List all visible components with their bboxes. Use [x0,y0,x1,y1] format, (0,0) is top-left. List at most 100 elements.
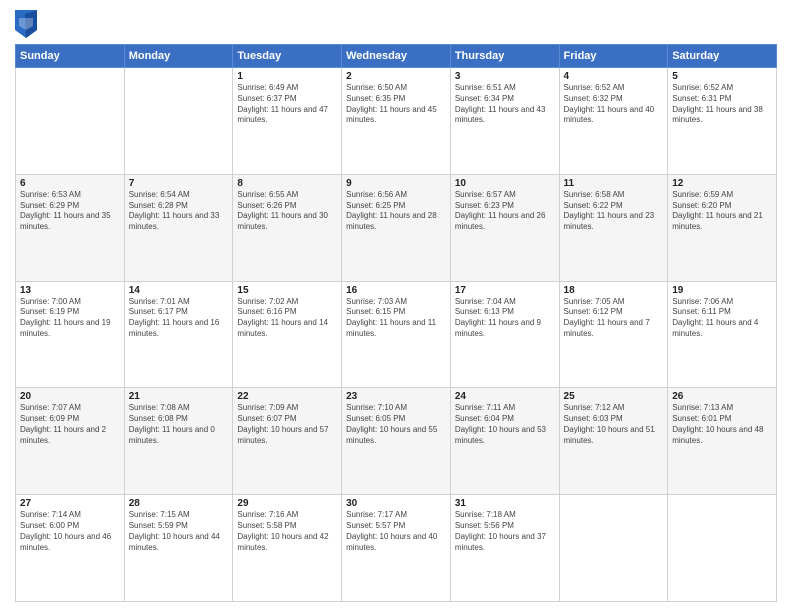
cell-content: Sunrise: 7:05 AM Sunset: 6:12 PM Dayligh… [564,297,664,340]
logo [15,10,41,38]
calendar-table: SundayMondayTuesdayWednesdayThursdayFrid… [15,44,777,602]
logo-icon [15,10,37,38]
cell-content: Sunrise: 7:01 AM Sunset: 6:17 PM Dayligh… [129,297,229,340]
cell-content: Sunrise: 7:15 AM Sunset: 5:59 PM Dayligh… [129,510,229,553]
cell-content: Sunrise: 6:55 AM Sunset: 6:26 PM Dayligh… [237,190,337,233]
week-row-3: 20Sunrise: 7:07 AM Sunset: 6:09 PM Dayli… [16,388,777,495]
calendar-cell: 13Sunrise: 7:00 AM Sunset: 6:19 PM Dayli… [16,281,125,388]
cell-content: Sunrise: 7:14 AM Sunset: 6:00 PM Dayligh… [20,510,120,553]
day-number: 6 [20,178,120,189]
calendar-cell: 19Sunrise: 7:06 AM Sunset: 6:11 PM Dayli… [668,281,777,388]
calendar-cell: 29Sunrise: 7:16 AM Sunset: 5:58 PM Dayli… [233,495,342,602]
day-number: 11 [564,178,664,189]
calendar-cell: 30Sunrise: 7:17 AM Sunset: 5:57 PM Dayli… [342,495,451,602]
calendar-body: 1Sunrise: 6:49 AM Sunset: 6:37 PM Daylig… [16,68,777,602]
cell-content: Sunrise: 7:10 AM Sunset: 6:05 PM Dayligh… [346,403,446,446]
calendar-cell: 27Sunrise: 7:14 AM Sunset: 6:00 PM Dayli… [16,495,125,602]
day-number: 3 [455,71,555,82]
cell-content: Sunrise: 6:52 AM Sunset: 6:32 PM Dayligh… [564,83,664,126]
day-number: 31 [455,498,555,509]
day-number: 16 [346,285,446,296]
day-number: 4 [564,71,664,82]
calendar-cell: 21Sunrise: 7:08 AM Sunset: 6:08 PM Dayli… [124,388,233,495]
cell-content: Sunrise: 6:49 AM Sunset: 6:37 PM Dayligh… [237,83,337,126]
day-number: 28 [129,498,229,509]
day-number: 19 [672,285,772,296]
calendar-cell: 16Sunrise: 7:03 AM Sunset: 6:15 PM Dayli… [342,281,451,388]
calendar-cell: 22Sunrise: 7:09 AM Sunset: 6:07 PM Dayli… [233,388,342,495]
day-number: 21 [129,391,229,402]
day-number: 24 [455,391,555,402]
calendar-cell: 14Sunrise: 7:01 AM Sunset: 6:17 PM Dayli… [124,281,233,388]
calendar-cell: 3Sunrise: 6:51 AM Sunset: 6:34 PM Daylig… [450,68,559,175]
cell-content: Sunrise: 7:17 AM Sunset: 5:57 PM Dayligh… [346,510,446,553]
day-number: 14 [129,285,229,296]
week-row-4: 27Sunrise: 7:14 AM Sunset: 6:00 PM Dayli… [16,495,777,602]
day-number: 5 [672,71,772,82]
day-number: 1 [237,71,337,82]
header [15,10,777,38]
day-number: 26 [672,391,772,402]
cell-content: Sunrise: 6:56 AM Sunset: 6:25 PM Dayligh… [346,190,446,233]
calendar-cell: 4Sunrise: 6:52 AM Sunset: 6:32 PM Daylig… [559,68,668,175]
cell-content: Sunrise: 7:00 AM Sunset: 6:19 PM Dayligh… [20,297,120,340]
calendar-cell: 31Sunrise: 7:18 AM Sunset: 5:56 PM Dayli… [450,495,559,602]
day-number: 9 [346,178,446,189]
week-row-2: 13Sunrise: 7:00 AM Sunset: 6:19 PM Dayli… [16,281,777,388]
cell-content: Sunrise: 6:53 AM Sunset: 6:29 PM Dayligh… [20,190,120,233]
week-row-0: 1Sunrise: 6:49 AM Sunset: 6:37 PM Daylig… [16,68,777,175]
cell-content: Sunrise: 7:09 AM Sunset: 6:07 PM Dayligh… [237,403,337,446]
day-number: 15 [237,285,337,296]
calendar-cell: 26Sunrise: 7:13 AM Sunset: 6:01 PM Dayli… [668,388,777,495]
cell-content: Sunrise: 6:58 AM Sunset: 6:22 PM Dayligh… [564,190,664,233]
cell-content: Sunrise: 7:07 AM Sunset: 6:09 PM Dayligh… [20,403,120,446]
day-number: 20 [20,391,120,402]
calendar-cell: 28Sunrise: 7:15 AM Sunset: 5:59 PM Dayli… [124,495,233,602]
day-number: 8 [237,178,337,189]
calendar-cell [559,495,668,602]
header-day-thursday: Thursday [450,45,559,68]
header-day-tuesday: Tuesday [233,45,342,68]
calendar-cell: 2Sunrise: 6:50 AM Sunset: 6:35 PM Daylig… [342,68,451,175]
day-number: 18 [564,285,664,296]
cell-content: Sunrise: 6:50 AM Sunset: 6:35 PM Dayligh… [346,83,446,126]
day-number: 22 [237,391,337,402]
cell-content: Sunrise: 7:12 AM Sunset: 6:03 PM Dayligh… [564,403,664,446]
day-number: 23 [346,391,446,402]
calendar-cell: 7Sunrise: 6:54 AM Sunset: 6:28 PM Daylig… [124,174,233,281]
day-number: 12 [672,178,772,189]
calendar-cell [124,68,233,175]
cell-content: Sunrise: 6:59 AM Sunset: 6:20 PM Dayligh… [672,190,772,233]
cell-content: Sunrise: 7:16 AM Sunset: 5:58 PM Dayligh… [237,510,337,553]
calendar-cell: 15Sunrise: 7:02 AM Sunset: 6:16 PM Dayli… [233,281,342,388]
cell-content: Sunrise: 7:08 AM Sunset: 6:08 PM Dayligh… [129,403,229,446]
calendar-header: SundayMondayTuesdayWednesdayThursdayFrid… [16,45,777,68]
day-number: 10 [455,178,555,189]
cell-content: Sunrise: 7:02 AM Sunset: 6:16 PM Dayligh… [237,297,337,340]
calendar-cell: 11Sunrise: 6:58 AM Sunset: 6:22 PM Dayli… [559,174,668,281]
calendar-cell: 18Sunrise: 7:05 AM Sunset: 6:12 PM Dayli… [559,281,668,388]
page: SundayMondayTuesdayWednesdayThursdayFrid… [0,0,792,612]
calendar-cell: 25Sunrise: 7:12 AM Sunset: 6:03 PM Dayli… [559,388,668,495]
calendar-cell: 1Sunrise: 6:49 AM Sunset: 6:37 PM Daylig… [233,68,342,175]
calendar-cell [668,495,777,602]
calendar-cell: 23Sunrise: 7:10 AM Sunset: 6:05 PM Dayli… [342,388,451,495]
day-number: 13 [20,285,120,296]
header-day-sunday: Sunday [16,45,125,68]
calendar-cell: 8Sunrise: 6:55 AM Sunset: 6:26 PM Daylig… [233,174,342,281]
calendar-cell: 9Sunrise: 6:56 AM Sunset: 6:25 PM Daylig… [342,174,451,281]
week-row-1: 6Sunrise: 6:53 AM Sunset: 6:29 PM Daylig… [16,174,777,281]
cell-content: Sunrise: 6:54 AM Sunset: 6:28 PM Dayligh… [129,190,229,233]
calendar-cell: 24Sunrise: 7:11 AM Sunset: 6:04 PM Dayli… [450,388,559,495]
calendar-cell: 20Sunrise: 7:07 AM Sunset: 6:09 PM Dayli… [16,388,125,495]
calendar-cell: 12Sunrise: 6:59 AM Sunset: 6:20 PM Dayli… [668,174,777,281]
day-number: 29 [237,498,337,509]
cell-content: Sunrise: 6:57 AM Sunset: 6:23 PM Dayligh… [455,190,555,233]
day-number: 27 [20,498,120,509]
day-number: 2 [346,71,446,82]
header-row: SundayMondayTuesdayWednesdayThursdayFrid… [16,45,777,68]
cell-content: Sunrise: 7:03 AM Sunset: 6:15 PM Dayligh… [346,297,446,340]
calendar-cell: 6Sunrise: 6:53 AM Sunset: 6:29 PM Daylig… [16,174,125,281]
cell-content: Sunrise: 7:04 AM Sunset: 6:13 PM Dayligh… [455,297,555,340]
cell-content: Sunrise: 7:13 AM Sunset: 6:01 PM Dayligh… [672,403,772,446]
